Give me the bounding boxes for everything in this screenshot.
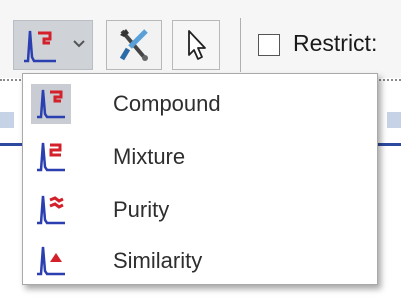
menu-item-purity[interactable]: Purity <box>29 187 373 233</box>
toolbar: Restrict: <box>0 0 401 78</box>
mode-dropdown-menu: Compound Mixture Purity Similarity <box>22 73 378 285</box>
menu-item-label: Purity <box>113 197 170 222</box>
background-fragment <box>0 112 14 128</box>
pointer-cursor-icon <box>188 30 206 60</box>
pointer-cursor-button[interactable] <box>172 20 220 70</box>
menu-item-label: Compound <box>113 91 221 116</box>
mixture-peak-icon <box>31 137 71 177</box>
restrict-checkbox[interactable] <box>258 34 280 56</box>
menu-item-similarity[interactable]: Similarity <box>29 238 373 284</box>
menu-item-label: Similarity <box>113 248 203 273</box>
mode-dropdown-button[interactable] <box>13 20 93 70</box>
similarity-peak-icon <box>31 241 71 281</box>
background-fragment <box>387 112 401 128</box>
purity-peak-icon <box>31 190 71 230</box>
menu-item-mixture[interactable]: Mixture <box>29 134 373 180</box>
menu-item-label: Mixture <box>113 144 186 169</box>
tools-icon <box>119 29 148 61</box>
toolbar-separator <box>240 18 241 72</box>
chevron-down-icon <box>73 40 85 48</box>
compound-peak-icon <box>31 84 71 124</box>
tools-button[interactable] <box>106 20 162 70</box>
menu-item-compound[interactable]: Compound <box>29 81 373 127</box>
restrict-label: Restrict: <box>293 30 378 56</box>
compound-peak-icon <box>24 30 56 63</box>
